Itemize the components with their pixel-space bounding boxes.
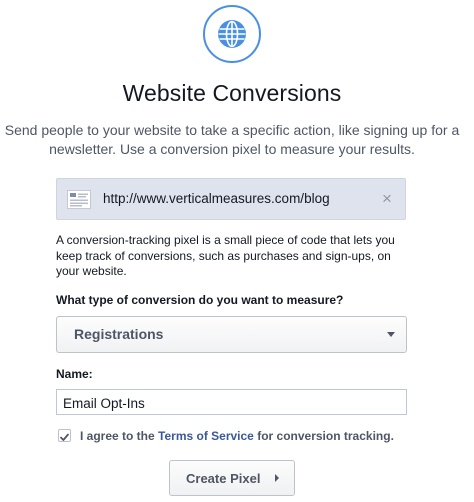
website-conversions-dialog: Website Conversions Send people to your … bbox=[0, 0, 474, 502]
create-pixel-label: Create Pixel bbox=[186, 471, 261, 486]
pixel-description: A conversion-tracking pixel is a small p… bbox=[56, 233, 395, 279]
caret-right-icon bbox=[275, 474, 279, 482]
terms-suffix: for conversion tracking. bbox=[257, 429, 394, 443]
terms-text: I agree to the Terms of Service for conv… bbox=[80, 429, 394, 443]
terms-prefix: I agree to the bbox=[80, 429, 155, 443]
create-pixel-button[interactable]: Create Pixel bbox=[169, 460, 295, 496]
conversion-type-label: What type of conversion do you want to m… bbox=[56, 293, 344, 307]
page-title: Website Conversions bbox=[122, 80, 342, 106]
name-input[interactable] bbox=[56, 389, 407, 415]
website-url-text: http://www.verticalmeasures.com/blog bbox=[103, 191, 330, 206]
globe-icon bbox=[202, 4, 262, 64]
website-url-box: http://www.verticalmeasures.com/blog × bbox=[56, 178, 406, 220]
page-subtitle: Send people to your website to take a sp… bbox=[4, 122, 460, 157]
terms-checkbox[interactable] bbox=[58, 429, 71, 442]
name-label: Name: bbox=[56, 367, 93, 381]
conversion-type-select[interactable]: Registrations bbox=[56, 316, 407, 353]
checkmark-icon bbox=[60, 433, 69, 441]
close-icon[interactable]: × bbox=[379, 190, 395, 208]
conversion-type-selected: Registrations bbox=[74, 326, 164, 342]
caret-down-icon bbox=[387, 332, 395, 337]
page-thumbnail-icon bbox=[67, 190, 91, 209]
terms-of-service-link[interactable]: Terms of Service bbox=[158, 429, 254, 443]
